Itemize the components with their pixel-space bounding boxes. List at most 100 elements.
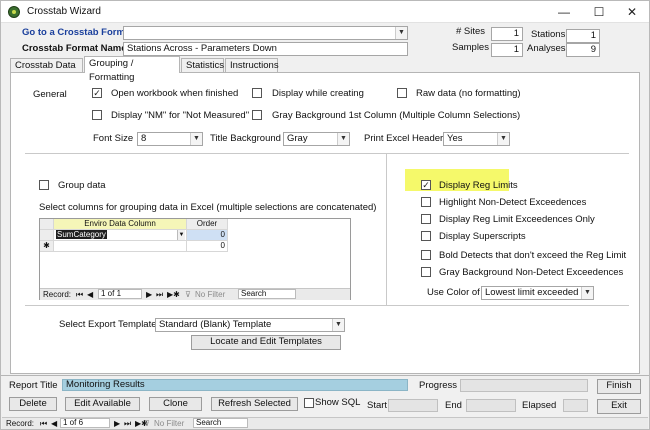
next-record-icon[interactable]: ▶	[114, 418, 120, 429]
chevron-down-icon[interactable]: ▼	[337, 133, 349, 145]
last-record-icon[interactable]: ⏭	[156, 289, 163, 300]
last-record-icon[interactable]: ⏭	[124, 418, 131, 429]
app-icon	[8, 6, 20, 18]
display-nm-checkbox[interactable]	[92, 110, 102, 120]
title-background-combo[interactable]: Gray ▼	[283, 132, 350, 146]
no-filter-label[interactable]: No Filter	[195, 289, 225, 300]
elapsed-field	[563, 399, 588, 412]
sites-label: # Sites	[456, 26, 486, 37]
grid-cell-column[interactable]: SumCategory ▼	[54, 230, 187, 241]
samples-label: Samples	[452, 42, 489, 53]
format-name-field[interactable]: Stations Across - Parameters Down	[123, 42, 408, 56]
delete-button[interactable]: Delete	[9, 397, 57, 411]
reg-exceed-only-checkbox[interactable]	[421, 214, 431, 224]
record-position[interactable]: 1 of 1	[98, 289, 142, 299]
use-color-combo[interactable]: Lowest limit exceeded ▼	[481, 286, 594, 300]
export-template-combo[interactable]: Standard (Blank) Template ▼	[155, 318, 345, 332]
title-background-label: Title Background	[210, 133, 281, 144]
previous-record-icon[interactable]: ◀	[51, 418, 57, 429]
stations-field[interactable]: 1	[566, 29, 600, 43]
close-button[interactable]: ✕	[615, 1, 649, 23]
analyses-field[interactable]: 9	[566, 43, 600, 57]
no-filter-label[interactable]: No Filter	[154, 418, 184, 429]
show-sql-checkbox[interactable]	[304, 398, 314, 408]
bold-detects-checkbox[interactable]	[421, 250, 431, 260]
grid-record-navigator: Record: ⏮ ◀ 1 of 1 ▶ ⏭ ▶✱ ⊽ No Filter Se…	[40, 288, 350, 300]
start-field	[388, 399, 438, 412]
section-divider	[25, 153, 629, 154]
section-divider	[25, 305, 629, 306]
chevron-down-icon[interactable]: ▼	[190, 133, 202, 145]
maximize-button[interactable]: ☐	[582, 1, 616, 23]
tab-crosstab-data[interactable]: Crosstab Data	[10, 58, 83, 73]
gray-nd-checkbox[interactable]	[421, 267, 431, 277]
end-field	[466, 399, 516, 412]
gray-nd-label: Gray Background Non-Detect Exceedences	[439, 267, 624, 278]
tab-grouping-formatting[interactable]: Grouping / Formatting	[84, 56, 180, 83]
print-header-label: Print Excel Header	[364, 133, 444, 144]
finish-button[interactable]: Finish	[597, 379, 641, 394]
highlight-nd-label: Highlight Non-Detect Exceedences	[439, 197, 587, 208]
grouping-formatting-panel: General ✓ Open workbook when finished Di…	[10, 72, 640, 374]
grid-header-order[interactable]: Order	[187, 219, 228, 230]
open-workbook-checkbox[interactable]: ✓	[92, 88, 102, 98]
first-record-icon[interactable]: ⏮	[76, 289, 83, 300]
report-title-field[interactable]: Monitoring Results	[62, 379, 408, 391]
new-row-icon: ✱	[40, 241, 54, 252]
group-data-checkbox[interactable]	[39, 180, 49, 190]
display-reg-limits-checkbox[interactable]: ✓	[421, 180, 431, 190]
superscripts-checkbox[interactable]	[421, 231, 431, 241]
analyses-label: Analyses	[527, 43, 566, 54]
tab-statistics[interactable]: Statistics	[181, 58, 224, 73]
locate-templates-button[interactable]: Locate and Edit Templates	[191, 335, 341, 350]
tab-instructions[interactable]: Instructions	[225, 58, 279, 73]
chevron-down-icon[interactable]: ▼	[497, 133, 509, 145]
raw-data-checkbox[interactable]	[397, 88, 407, 98]
display-while-creating-checkbox[interactable]	[252, 88, 262, 98]
vertical-divider	[386, 153, 387, 305]
font-size-combo[interactable]: 8 ▼	[137, 132, 203, 146]
grid-header-column[interactable]: Enviro Data Column	[54, 219, 187, 230]
report-title-label: Report Title	[9, 380, 58, 391]
samples-field[interactable]: 1	[491, 43, 523, 57]
chevron-down-icon[interactable]: ▼	[177, 230, 185, 240]
new-record-icon[interactable]: ▶✱	[167, 289, 180, 300]
previous-record-icon[interactable]: ◀	[87, 289, 93, 300]
export-template-value: Standard (Blank) Template	[159, 319, 272, 330]
row-selector[interactable]	[40, 230, 54, 241]
minimize-button[interactable]: —	[547, 1, 581, 23]
chevron-down-icon[interactable]: ▼	[332, 319, 344, 331]
progress-label: Progress	[419, 380, 458, 391]
display-while-creating-label: Display while creating	[272, 88, 364, 99]
chevron-down-icon[interactable]: ▼	[395, 27, 407, 39]
record-search-field[interactable]: Search	[193, 418, 248, 428]
display-reg-limits-label: Display Reg Limits	[439, 180, 518, 191]
goto-format-combo[interactable]: ▼	[123, 26, 408, 40]
grid-cell-order[interactable]: 0	[187, 241, 228, 252]
exit-button[interactable]: Exit	[597, 399, 641, 414]
print-header-combo[interactable]: Yes ▼	[443, 132, 510, 146]
first-record-icon[interactable]: ⏮	[40, 418, 47, 429]
start-label: Start	[367, 400, 388, 411]
goto-format-label[interactable]: Go to a Crosstab Format	[22, 27, 133, 38]
grouping-grid[interactable]: Enviro Data Column Order SumCategory ▼ 0…	[39, 218, 351, 300]
refresh-selected-button[interactable]: Refresh Selected	[211, 397, 298, 411]
record-label: Record:	[6, 419, 35, 428]
grid-cell-order[interactable]: 0	[187, 230, 228, 241]
grid-search-field[interactable]: Search	[238, 289, 296, 299]
sites-field[interactable]: 1	[491, 27, 523, 41]
elapsed-label: Elapsed	[522, 400, 557, 411]
next-record-icon[interactable]: ▶	[146, 289, 152, 300]
highlight-nd-checkbox[interactable]	[421, 197, 431, 207]
record-position[interactable]: 1 of 6	[60, 418, 110, 428]
grid-cell-column[interactable]	[54, 241, 187, 252]
clone-button[interactable]: Clone	[149, 397, 202, 411]
stations-label: Stations	[531, 29, 566, 40]
window-title: Crosstab Wizard	[27, 6, 101, 17]
chevron-down-icon[interactable]: ▼	[581, 287, 593, 299]
use-color-value: Lowest limit exceeded	[485, 287, 579, 298]
show-sql-label: Show SQL	[315, 397, 361, 408]
end-label: End	[445, 400, 462, 411]
edit-available-button[interactable]: Edit Available	[65, 397, 140, 411]
gray-background-checkbox[interactable]	[252, 110, 262, 120]
